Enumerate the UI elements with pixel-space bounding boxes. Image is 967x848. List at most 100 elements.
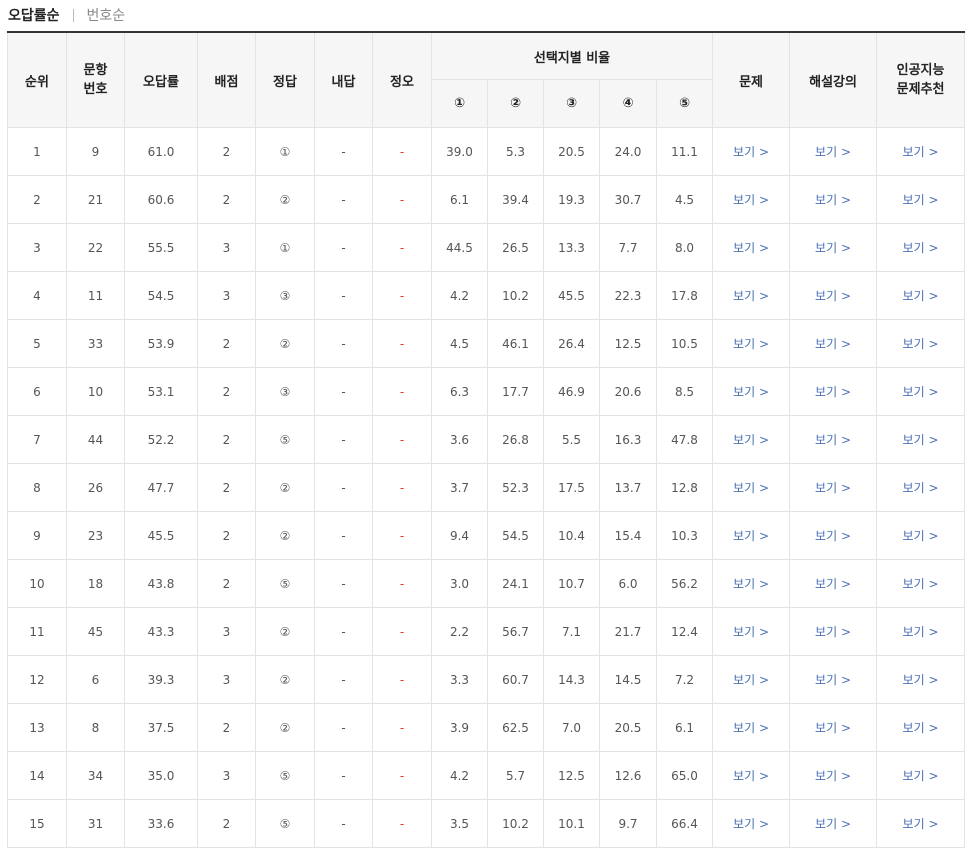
ai-recommend-link[interactable]: 보기 > (903, 625, 939, 639)
cell-choice-2: 56.7 (487, 607, 544, 656)
cell-question-number: 18 (66, 559, 125, 608)
problem-link[interactable]: 보기 > (733, 481, 769, 495)
header-choice-4: ④ (599, 79, 657, 128)
ai-recommend-link[interactable]: 보기 > (903, 577, 939, 591)
lecture-link[interactable]: 보기 > (815, 289, 851, 303)
cell-answer: ② (255, 175, 315, 224)
header-question-number-line1: 문항 (83, 63, 108, 78)
cell-my-answer: - (314, 703, 373, 752)
sort-by-wrong-rate-tab[interactable]: 오답률순 (8, 5, 60, 25)
lecture-link[interactable]: 보기 > (815, 673, 851, 687)
lecture-link[interactable]: 보기 > (815, 337, 851, 351)
lecture-link[interactable]: 보기 > (815, 385, 851, 399)
cell-correct-wrong: - (372, 223, 432, 272)
problem-link[interactable]: 보기 > (733, 145, 769, 159)
table-row: 11 45 43.3 3 ② - -2.2 56.7 7.1 21.7 12.4 보기 > 보기 > 보기… (7, 607, 966, 656)
lecture-cell: 보기 > (789, 415, 878, 464)
problem-cell: 보기 > (712, 367, 791, 416)
table-row: 3 22 55.5 3 ① - -44.5 26.5 13.3 7.7 8.0 보기 > 보기 > 보기 … (7, 223, 966, 272)
cell-choice-5: 8.5 (655, 367, 714, 416)
cell-my-answer: - (314, 415, 373, 464)
problem-link[interactable]: 보기 > (733, 577, 769, 591)
cell-answer: ② (255, 655, 315, 704)
cell-rank: 11 (7, 607, 67, 656)
cell-question-number: 23 (66, 511, 125, 560)
cell-answer: ② (255, 319, 315, 368)
ai-recommend-link[interactable]: 보기 > (903, 481, 939, 495)
lecture-link[interactable]: 보기 > (815, 481, 851, 495)
wrong-rate-table: 순위 문항 번호 오답률 배점 정답 내답 정오 선택지별 비율 문제 해설강의 … (7, 31, 966, 848)
table-row: 2 21 60.6 2 ② - -6.1 39.4 19.3 30.7 4.5 보기 > 보기 > 보기 … (7, 175, 966, 224)
header-choice-5: ⑤ (655, 79, 714, 128)
lecture-cell: 보기 > (789, 511, 878, 560)
ai-recommend-link[interactable]: 보기 > (903, 433, 939, 447)
lecture-link[interactable]: 보기 > (815, 817, 851, 831)
ai-recommend-link[interactable]: 보기 > (903, 529, 939, 543)
problem-link[interactable]: 보기 > (733, 337, 769, 351)
lecture-cell: 보기 > (789, 703, 878, 752)
cell-wrong-rate: 43.3 (124, 607, 198, 656)
lecture-link[interactable]: 보기 > (815, 529, 851, 543)
cell-choice-2: 10.2 (487, 799, 544, 848)
ai-recommend-cell: 보기 > (876, 607, 966, 656)
ai-recommend-link[interactable]: 보기 > (903, 673, 939, 687)
problem-link[interactable]: 보기 > (733, 769, 769, 783)
cell-answer: ⑤ (255, 415, 315, 464)
lecture-cell: 보기 > (789, 559, 878, 608)
problem-link[interactable]: 보기 > (733, 721, 769, 735)
lecture-cell: 보기 > (789, 127, 878, 176)
header-problem: 문제 (712, 31, 791, 128)
lecture-link[interactable]: 보기 > (815, 241, 851, 255)
cell-choice-2: 52.3 (487, 463, 544, 512)
ai-recommend-link[interactable]: 보기 > (903, 289, 939, 303)
problem-link[interactable]: 보기 > (733, 673, 769, 687)
problem-link[interactable]: 보기 > (733, 529, 769, 543)
cell-choice-1: 3.9 (431, 703, 488, 752)
lecture-link[interactable]: 보기 > (815, 625, 851, 639)
lecture-link[interactable]: 보기 > (815, 721, 851, 735)
ai-recommend-link[interactable]: 보기 > (903, 385, 939, 399)
cell-points: 2 (197, 175, 256, 224)
ai-recommend-link[interactable]: 보기 > (903, 193, 939, 207)
lecture-link[interactable]: 보기 > (815, 433, 851, 447)
cell-choice-2: 17.7 (487, 367, 544, 416)
cell-wrong-rate: 35.0 (124, 751, 198, 800)
cell-choice-5: 56.2 (655, 559, 714, 608)
header-points: 배점 (197, 31, 256, 128)
cell-choice-5: 12.8 (655, 463, 714, 512)
cell-question-number: 8 (66, 703, 125, 752)
lecture-link[interactable]: 보기 > (815, 193, 851, 207)
ai-recommend-link[interactable]: 보기 > (903, 721, 939, 735)
problem-link[interactable]: 보기 > (733, 241, 769, 255)
ai-recommend-link[interactable]: 보기 > (903, 337, 939, 351)
problem-link[interactable]: 보기 > (733, 193, 769, 207)
problem-link[interactable]: 보기 > (733, 289, 769, 303)
lecture-cell: 보기 > (789, 319, 878, 368)
ai-recommend-link[interactable]: 보기 > (903, 817, 939, 831)
cell-my-answer: - (314, 319, 373, 368)
ai-recommend-cell: 보기 > (876, 415, 966, 464)
problem-cell: 보기 > (712, 607, 791, 656)
lecture-link[interactable]: 보기 > (815, 769, 851, 783)
cell-choice-4: 16.3 (599, 415, 657, 464)
sort-by-number-tab[interactable]: 번호순 (87, 5, 126, 25)
ai-recommend-link[interactable]: 보기 > (903, 769, 939, 783)
lecture-link[interactable]: 보기 > (815, 145, 851, 159)
cell-my-answer: - (314, 127, 373, 176)
problem-link[interactable]: 보기 > (733, 817, 769, 831)
header-lecture: 해설강의 (789, 31, 878, 128)
cell-choice-5: 6.1 (655, 703, 714, 752)
header-answer: 정답 (255, 31, 315, 128)
cell-choice-3: 19.3 (543, 175, 600, 224)
lecture-link[interactable]: 보기 > (815, 577, 851, 591)
cell-points: 3 (197, 751, 256, 800)
ai-recommend-link[interactable]: 보기 > (903, 241, 939, 255)
table-row: 6 10 53.1 2 ③ - -6.3 17.7 46.9 20.6 8.5 보기 > 보기 > 보기 … (7, 367, 966, 416)
cell-answer: ② (255, 607, 315, 656)
cell-choice-2: 60.7 (487, 655, 544, 704)
cell-choice-5: 11.1 (655, 127, 714, 176)
ai-recommend-link[interactable]: 보기 > (903, 145, 939, 159)
problem-link[interactable]: 보기 > (733, 433, 769, 447)
problem-link[interactable]: 보기 > (733, 625, 769, 639)
problem-link[interactable]: 보기 > (733, 385, 769, 399)
